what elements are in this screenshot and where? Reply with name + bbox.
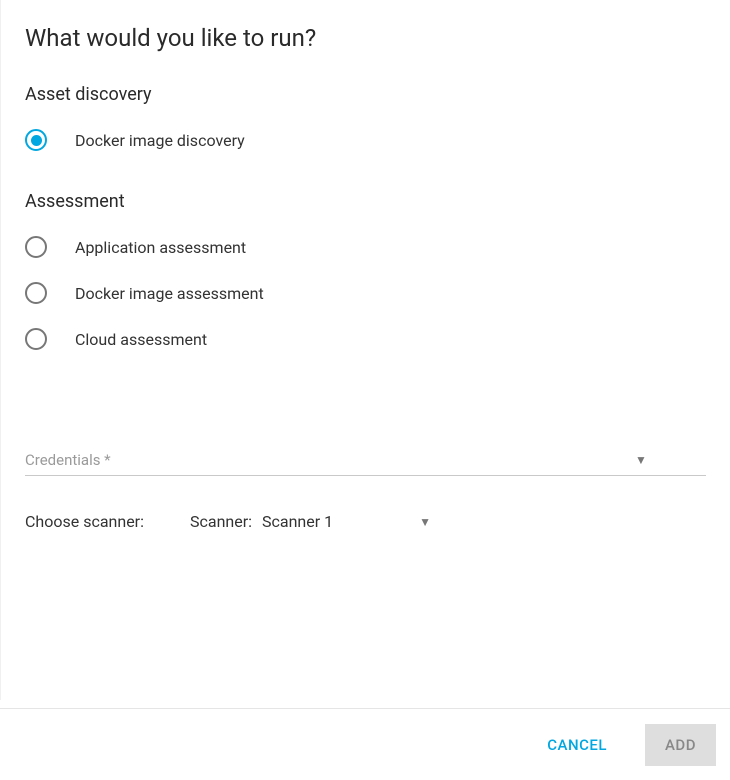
dialog-title: What would you like to run? xyxy=(25,24,706,52)
credentials-label: Credentials * xyxy=(25,451,111,469)
credentials-field[interactable]: Credentials * ▼ xyxy=(25,450,706,476)
scanner-prefix: Scanner: xyxy=(190,512,252,531)
radio-docker-image-assessment[interactable]: Docker image assessment xyxy=(25,282,706,304)
section-asset-discovery-label: Asset discovery xyxy=(25,84,706,105)
radio-cloud-assessment[interactable]: Cloud assessment xyxy=(25,328,706,350)
run-dialog: What would you like to run? Asset discov… xyxy=(0,0,730,700)
radio-application-assessment[interactable]: Application assessment xyxy=(25,236,706,258)
chevron-down-icon[interactable]: ▼ xyxy=(419,515,431,529)
radio-label: Cloud assessment xyxy=(75,330,207,349)
scanner-select[interactable]: Scanner: Scanner 1 ▼ xyxy=(190,512,431,531)
section-assessment-label: Assessment xyxy=(25,191,706,212)
radio-unselected-icon xyxy=(25,236,47,258)
radio-group-assessment: Application assessment Docker image asse… xyxy=(25,236,706,350)
radio-selected-icon xyxy=(25,129,47,151)
radio-label: Docker image assessment xyxy=(75,284,264,303)
radio-unselected-icon xyxy=(25,328,47,350)
add-button[interactable]: ADD xyxy=(645,724,716,766)
radio-label: Docker image discovery xyxy=(75,131,245,150)
radio-docker-image-discovery[interactable]: Docker image discovery xyxy=(25,129,706,151)
dialog-footer: CANCEL ADD xyxy=(0,708,730,780)
scanner-value: Scanner 1 xyxy=(262,512,333,531)
radio-group-discovery: Docker image discovery xyxy=(25,129,706,151)
scanner-row: Choose scanner: Scanner: Scanner 1 ▼ xyxy=(25,512,706,531)
radio-unselected-icon xyxy=(25,282,47,304)
radio-label: Application assessment xyxy=(75,238,246,257)
choose-scanner-label: Choose scanner: xyxy=(25,512,144,531)
cancel-button[interactable]: CANCEL xyxy=(527,724,627,766)
chevron-down-icon[interactable]: ▼ xyxy=(635,453,647,467)
